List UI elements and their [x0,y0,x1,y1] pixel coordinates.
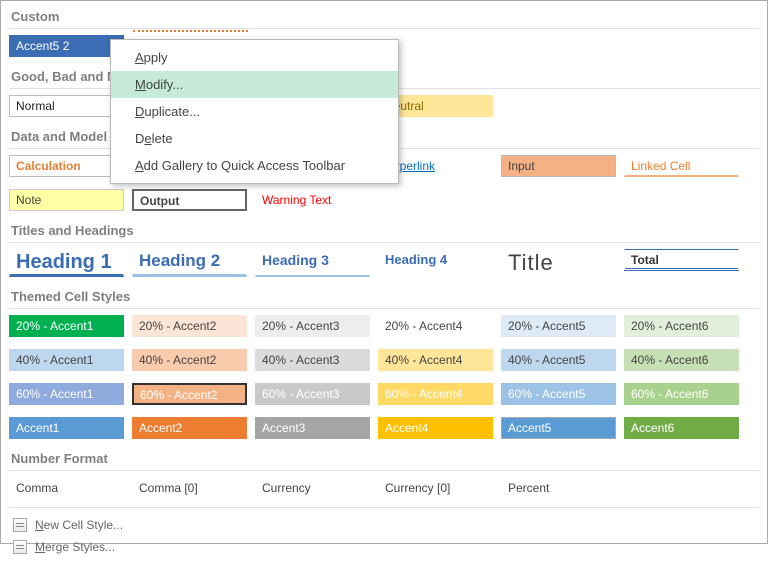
style-20-accent5[interactable]: 20% - Accent5 [501,315,616,337]
section-number: Number Format [9,447,759,471]
merge-styles-label: Merge Styles... [35,540,115,554]
style-heading-3[interactable]: Heading 3 [255,249,370,277]
style-note[interactable]: Note [9,189,124,211]
style-20-accent6[interactable]: 20% - Accent6 [624,315,739,337]
style-normal[interactable]: Normal [9,95,124,117]
style-title[interactable]: Title [501,249,616,277]
style-60-accent4[interactable]: 60% - Accent4 [378,383,493,405]
merge-styles-button[interactable]: Merge Styles... [9,536,759,558]
style-linked-cell[interactable]: Linked Cell [624,155,739,177]
ctx-modify[interactable]: Modify... [111,71,398,98]
style-comma-0[interactable]: Comma [0] [132,477,247,499]
style-40-accent3[interactable]: 40% - Accent3 [255,349,370,371]
style-currency[interactable]: Currency [255,477,370,499]
style-accent1[interactable]: Accent1 [9,417,124,439]
style-warning-text[interactable]: Warning Text [255,189,370,211]
style-currency-0[interactable]: Currency [0] [378,477,493,499]
style-heading-2[interactable]: Heading 2 [132,249,247,277]
context-menu: Apply Modify... Duplicate... Delete Add … [110,39,399,184]
style-accent5-2[interactable]: Accent5 2 [9,35,124,57]
ctx-delete[interactable]: Delete [111,125,398,152]
gallery-commands: New Cell Style... Merge Styles... [9,507,759,564]
style-output[interactable]: Output [132,189,247,211]
style-40-accent6[interactable]: 40% - Accent6 [624,349,739,371]
section-custom: Custom [9,5,759,29]
section-themed: Themed Cell Styles [9,285,759,309]
merge-styles-icon [13,540,27,554]
style-calculation[interactable]: Calculation [9,155,124,177]
style-accent3[interactable]: Accent3 [255,417,370,439]
new-cell-style-button[interactable]: New Cell Style... [9,514,759,536]
style-total[interactable]: Total [624,249,739,271]
new-cell-style-label: New Cell Style... [35,518,123,532]
style-40-accent4[interactable]: 40% - Accent4 [378,349,493,371]
style-accent6[interactable]: Accent6 [624,417,739,439]
style-input[interactable]: Input [501,155,616,177]
ctx-duplicate[interactable]: Duplicate... [111,98,398,125]
style-60-accent1[interactable]: 60% - Accent1 [9,383,124,405]
style-40-accent1[interactable]: 40% - Accent1 [9,349,124,371]
style-20-accent1[interactable]: 20% - Accent1 [9,315,124,337]
new-style-icon [13,518,27,532]
style-accent4[interactable]: Accent4 [378,417,493,439]
style-60-accent5[interactable]: 60% - Accent5 [501,383,616,405]
style-20-accent4[interactable]: 20% - Accent4 [378,315,493,337]
section-titles: Titles and Headings [9,219,759,243]
style-60-accent3[interactable]: 60% - Accent3 [255,383,370,405]
style-20-accent2[interactable]: 20% - Accent2 [132,315,247,337]
style-accent2[interactable]: Accent2 [132,417,247,439]
style-heading-1[interactable]: Heading 1 [9,249,124,277]
ctx-apply[interactable]: Apply [111,44,398,71]
insertion-marker [133,30,248,32]
style-comma[interactable]: Comma [9,477,124,499]
ctx-add-gallery-qat[interactable]: Add Gallery to Quick Access Toolbar [111,152,398,179]
style-20-accent3[interactable]: 20% - Accent3 [255,315,370,337]
style-60-accent2[interactable]: 60% - Accent2 [132,383,247,405]
style-40-accent2[interactable]: 40% - Accent2 [132,349,247,371]
style-40-accent5[interactable]: 40% - Accent5 [501,349,616,371]
style-accent5[interactable]: Accent5 [501,417,616,439]
style-heading-4[interactable]: Heading 4 [378,249,493,277]
style-percent[interactable]: Percent [501,477,616,499]
style-60-accent6[interactable]: 60% - Accent6 [624,383,739,405]
